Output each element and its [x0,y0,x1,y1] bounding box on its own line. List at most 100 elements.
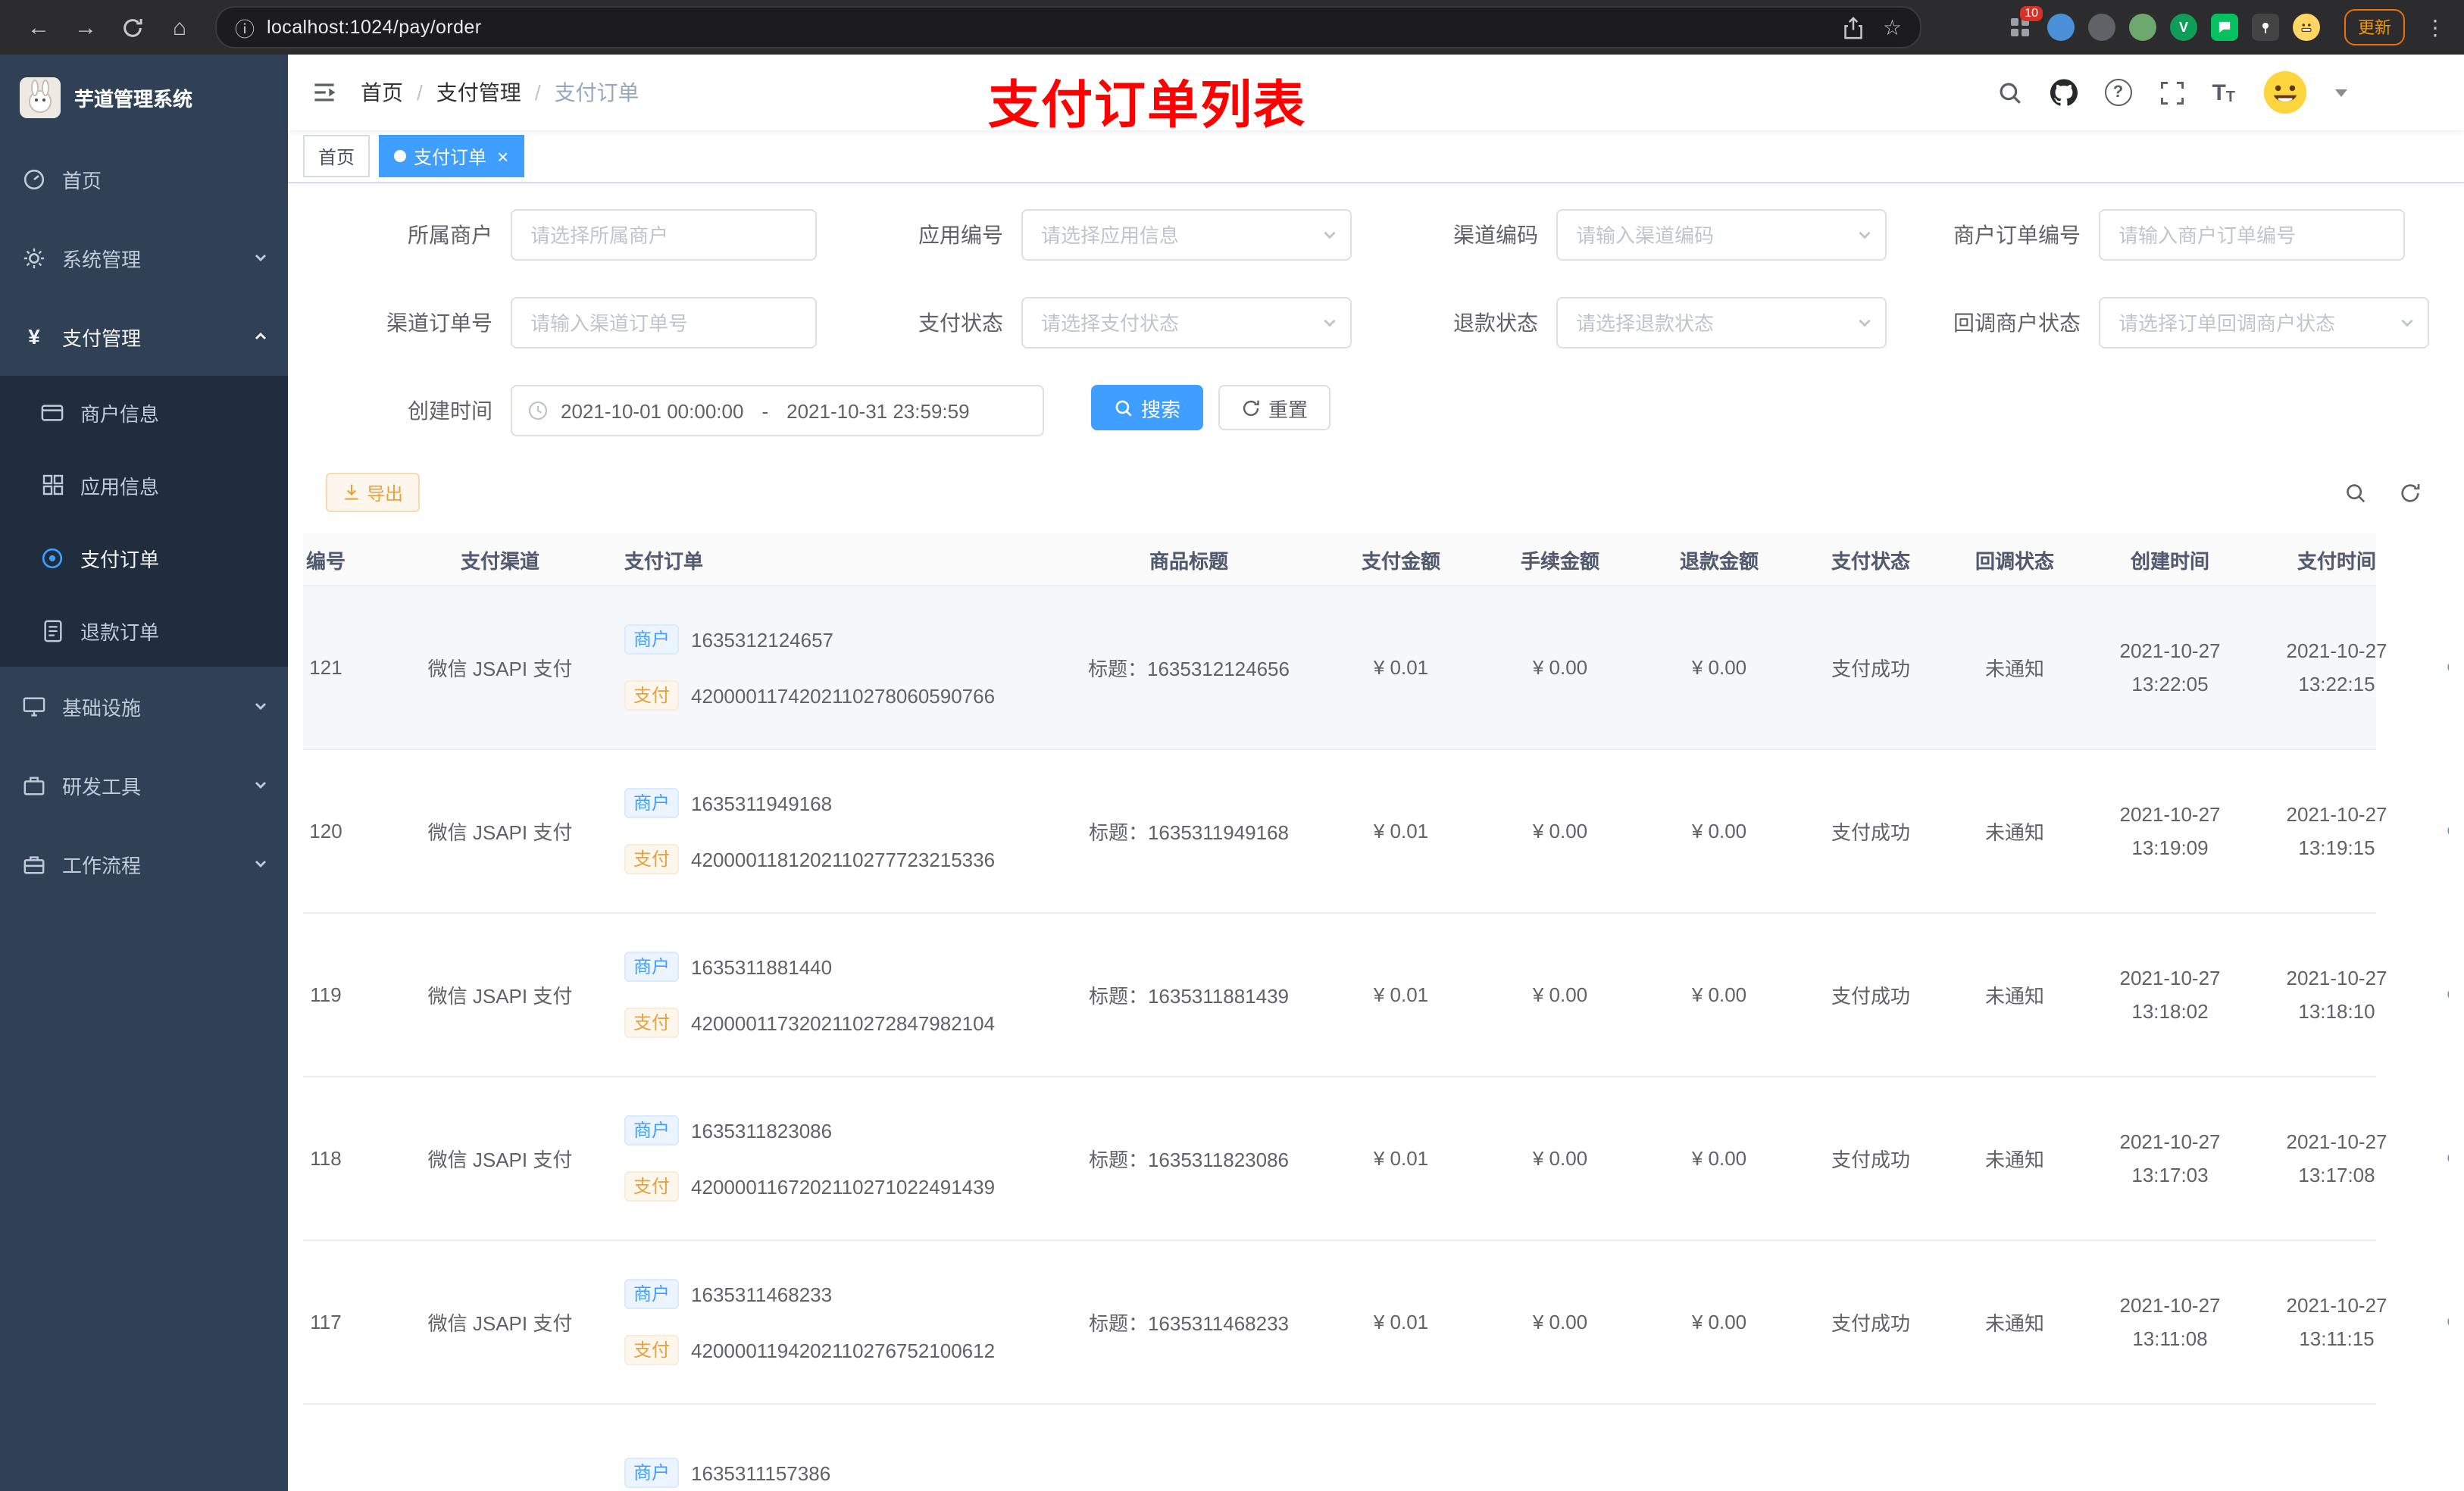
font-size-icon[interactable]: TT [2212,80,2235,105]
briefcase-icon [21,851,47,877]
refresh-icon[interactable] [2393,476,2426,509]
back-icon[interactable]: ← [18,7,59,48]
monitor-icon [21,693,47,719]
extension-dark-icon[interactable] [2088,14,2115,41]
app-grid-icon [39,472,65,498]
view-detail-link[interactable]: 查看详情 [2447,1146,2449,1171]
sidebar-item-home[interactable]: 首页 [0,139,288,218]
navbar-actions: ? TT [1997,70,2441,115]
caret-down-icon[interactable] [2335,89,2347,96]
search-icon[interactable] [1997,80,2022,105]
view-detail-link[interactable]: 查看详情 [2447,818,2449,844]
cell-notify-status: 未通知 [1984,1312,2044,1335]
cell-refund: ¥ 0.00 [1691,656,1747,679]
extension-v-icon[interactable]: V [2170,14,2197,41]
merchant-order-no: 1635311468233 [691,1283,833,1305]
extension-badge: 10 [2020,6,2043,21]
breadcrumb-home[interactable]: 首页 [361,77,403,108]
filter-app-no: 应用编号 [836,209,1352,261]
sidebar-item-pay-order[interactable]: 支付订单 [0,521,288,594]
extension-green-icon[interactable] [2129,14,2156,41]
sidebar-item-label: 工作流程 [62,854,142,877]
cell-title: 标题：1635311881439 [1088,985,1290,1008]
home-icon[interactable]: ⌂ [159,7,200,48]
sidebar-item-label: 退款订单 [80,620,160,643]
sidebar-item-payment[interactable]: ¥ 支付管理 [0,297,288,376]
help-icon[interactable]: ? [2104,79,2132,106]
cell-amount: ¥ 0.01 [1373,820,1429,842]
tags-view: 首页 支付订单 × [288,130,2464,183]
app-logo[interactable]: 芋道管理系统 [0,55,288,139]
sidebar-item-system[interactable]: 系统管理 [0,218,288,297]
cell-amount: ¥ 0.01 [1373,1311,1429,1333]
yen-icon: ¥ [28,324,40,349]
cell-pay-time [2253,1405,2420,1488]
url-text: localhost:1024/pay/order [267,17,482,38]
channel-order-no-input[interactable] [527,310,800,336]
site-info-icon[interactable]: ⓘ [235,13,255,42]
pay-tag: 支付 [624,1008,680,1038]
sidebar-item-workflow[interactable]: 工作流程 [0,824,288,903]
sidebar-item-app-info[interactable]: 应用信息 [0,449,288,521]
view-detail-link[interactable]: 查看详情 [2447,1309,2449,1335]
tab-pay-order[interactable]: 支付订单 × [379,135,524,177]
col-header: 商品标题 [1149,549,1228,572]
forward-icon[interactable]: → [65,7,106,48]
top-navbar: 首页 / 支付管理 / 支付订单 支付订单列表 ? T T [288,55,2464,135]
cell-channel: 微信 JSAPI 支付 [427,658,573,680]
refund-status-select[interactable] [1573,310,1846,336]
logo-image [20,77,61,117]
app-no-select[interactable] [1038,222,1311,248]
cell-fee: ¥ 0.00 [1532,983,1588,1006]
view-detail-link[interactable]: 查看详情 [2447,655,2449,680]
avatar[interactable] [2262,70,2308,115]
sidebar-item-label: 基础设施 [62,696,142,719]
extension-chat-icon[interactable] [2211,14,2238,41]
close-tab-icon[interactable]: × [497,146,508,166]
cell-notify-status: 未通知 [1984,658,2044,680]
cell-create-time: 2021-10-27 13:17:03 [2119,1130,2221,1186]
sidebar-item-dev-tools[interactable]: 研发工具 [0,746,288,824]
sidebar-item-merchant-info[interactable]: 商户信息 [0,376,288,449]
chevron-down-icon [2399,314,2416,331]
share-icon[interactable] [1843,16,1865,39]
merchant-order-no-input[interactable] [2115,222,2388,248]
reset-button[interactable]: 重置 [1218,385,1331,430]
cell-title: 标题：1635311468233 [1088,1312,1290,1335]
extension-emoji-icon[interactable] [2293,14,2320,41]
owner-merchant-select[interactable] [527,222,800,248]
create-time-range[interactable]: 2021-10-01 00:00:00 - 2021-10-31 23:59:5… [511,385,1044,436]
channel-code-select[interactable] [1573,222,1846,248]
hide-search-icon[interactable] [2338,476,2372,509]
cell-amount: ¥ 0.01 [1373,1147,1429,1170]
export-button[interactable]: 导出 [326,473,421,512]
extensions-puzzle-icon[interactable]: 10 [2006,6,2043,41]
view-detail-link[interactable]: 查看详情 [2447,982,2449,1008]
breadcrumb-section[interactable]: 支付管理 [436,77,521,108]
cell-actions: 查看详情 [2420,914,2449,1076]
search-button[interactable]: 搜索 [1091,385,1204,430]
browser-update-button[interactable]: 更新 [2344,9,2405,45]
extension-pin-icon[interactable] [2252,14,2279,41]
bookmark-star-icon[interactable]: ☆ [1883,14,1902,40]
pay-status-select[interactable] [1038,310,1311,336]
sidebar-item-refund-order[interactable]: 退款订单 [0,594,288,667]
cell-actions: 查看详情 [2420,586,2449,749]
hamburger-icon[interactable] [311,79,338,106]
cell-refund: ¥ 0.00 [1691,983,1747,1006]
reload-icon[interactable] [112,7,153,48]
col-header: 支付渠道 [460,549,539,572]
fullscreen-icon[interactable] [2159,80,2184,105]
browser-menu-icon[interactable]: ⋮ [2425,14,2446,40]
sidebar-item-infra[interactable]: 基础设施 [0,667,288,746]
tab-home[interactable]: 首页 [303,135,371,177]
sidebar-item-label: 应用信息 [80,475,160,498]
cell-status: 支付成功 [1831,1312,1910,1335]
extension-blue-icon[interactable] [2047,14,2075,41]
table-toolbar: 导出 [326,473,2441,512]
col-header: 支付状态 [1831,549,1910,572]
chevron-down-icon [1856,227,1873,243]
callback-status-select[interactable] [2115,310,2388,336]
github-icon[interactable] [2050,79,2078,106]
url-bar[interactable]: ⓘ localhost:1024/pay/order ☆ [215,6,1921,48]
